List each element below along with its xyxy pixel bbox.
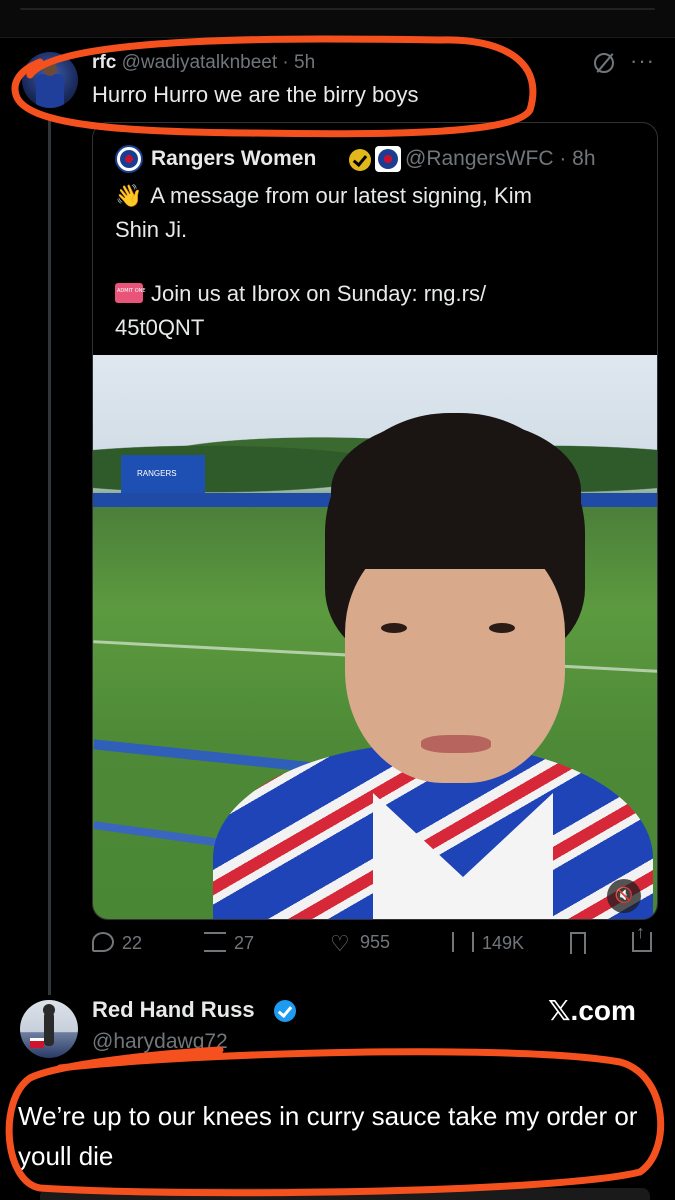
- quoted-text-line-1: 👋 A message from our latest signing, Kim: [115, 183, 532, 209]
- avatar-head: [43, 62, 57, 76]
- reply-author-name[interactable]: Red Hand Russ: [92, 997, 255, 1023]
- avatar-statue: [43, 1004, 55, 1046]
- quoted-text-line-3: Join us at Ibrox on Sunday: rng.rs/: [115, 281, 486, 307]
- bookmark-icon: [570, 932, 586, 954]
- reply-text: We’re up to our knees in curry sauce tak…: [18, 1101, 638, 1171]
- avatar[interactable]: [22, 52, 78, 108]
- top-divider: [20, 8, 655, 10]
- person-fringe: [331, 419, 581, 569]
- person-eye-right: [489, 623, 515, 633]
- avatar-flag: [30, 1038, 44, 1048]
- repost-count: 27: [234, 933, 255, 953]
- reply-button[interactable]: 22: [92, 932, 142, 954]
- x-com-logo: 𝕏.com: [548, 995, 636, 1026]
- quoted-link-tail[interactable]: 45t0QNT: [115, 315, 204, 341]
- reply-author-handle[interactable]: @harydawg72: [92, 1030, 228, 1054]
- like-button[interactable]: ♡ 955: [330, 931, 391, 956]
- tweet-text: Hurro Hurro we are the birry boys: [92, 82, 419, 107]
- views-button[interactable]: 149K: [452, 932, 524, 954]
- quoted-tweet-card[interactable]: Rangers Women @RangersWFC · 8h 👋 A messag…: [92, 122, 658, 920]
- verified-badge-icon: [274, 1000, 296, 1022]
- heart-icon: ♡: [330, 931, 350, 956]
- mute-icon[interactable]: 🔇: [607, 879, 641, 913]
- quoted-text-3[interactable]: Join us at Ibrox on Sunday: rng.rs/: [151, 281, 486, 306]
- reply-count: 22: [122, 933, 143, 953]
- wave-icon: 👋: [115, 183, 143, 208]
- top-status-bar: [0, 0, 675, 38]
- author-handle-time[interactable]: @wadiyatalknbeet · 5h: [122, 52, 316, 73]
- repost-icon: [204, 932, 226, 952]
- tweet-header: rfc @wadiyatalknbeet · 5h: [92, 52, 315, 74]
- quoted-avatar[interactable]: [115, 145, 143, 173]
- person-mouth: [421, 735, 491, 753]
- share-icon: [632, 922, 652, 952]
- person-eye-left: [381, 623, 407, 633]
- like-count: 955: [360, 932, 391, 952]
- more-options-icon[interactable]: ···: [630, 48, 655, 74]
- avatar-shirt: [36, 74, 64, 108]
- quoted-handle-time[interactable]: @RangersWFC · 8h: [405, 147, 596, 171]
- grok-icon[interactable]: [594, 53, 614, 73]
- reply-icon: [92, 932, 114, 952]
- quoted-text-1: A message from our latest signing, Kim: [150, 183, 532, 208]
- repost-button[interactable]: 27: [204, 932, 254, 954]
- author-name[interactable]: rfc: [92, 52, 116, 73]
- thread-connector-line: [48, 115, 51, 995]
- video-player[interactable]: 🔇: [93, 355, 657, 919]
- ticket-icon: [115, 283, 146, 303]
- views-icon: [452, 932, 474, 952]
- verified-badge-icon: [349, 149, 371, 171]
- video-person: [213, 413, 653, 919]
- bottom-input-bar[interactable]: [40, 1188, 650, 1200]
- tweet-actions: 22 27 ♡ 955 149K: [92, 922, 658, 962]
- views-count: 149K: [482, 933, 525, 953]
- quoted-author-name[interactable]: Rangers Women: [151, 147, 316, 171]
- reply-avatar[interactable]: [20, 1000, 78, 1058]
- quoted-text-line-2: Shin Ji.: [115, 217, 188, 242]
- affiliation-badge-icon: [375, 146, 401, 172]
